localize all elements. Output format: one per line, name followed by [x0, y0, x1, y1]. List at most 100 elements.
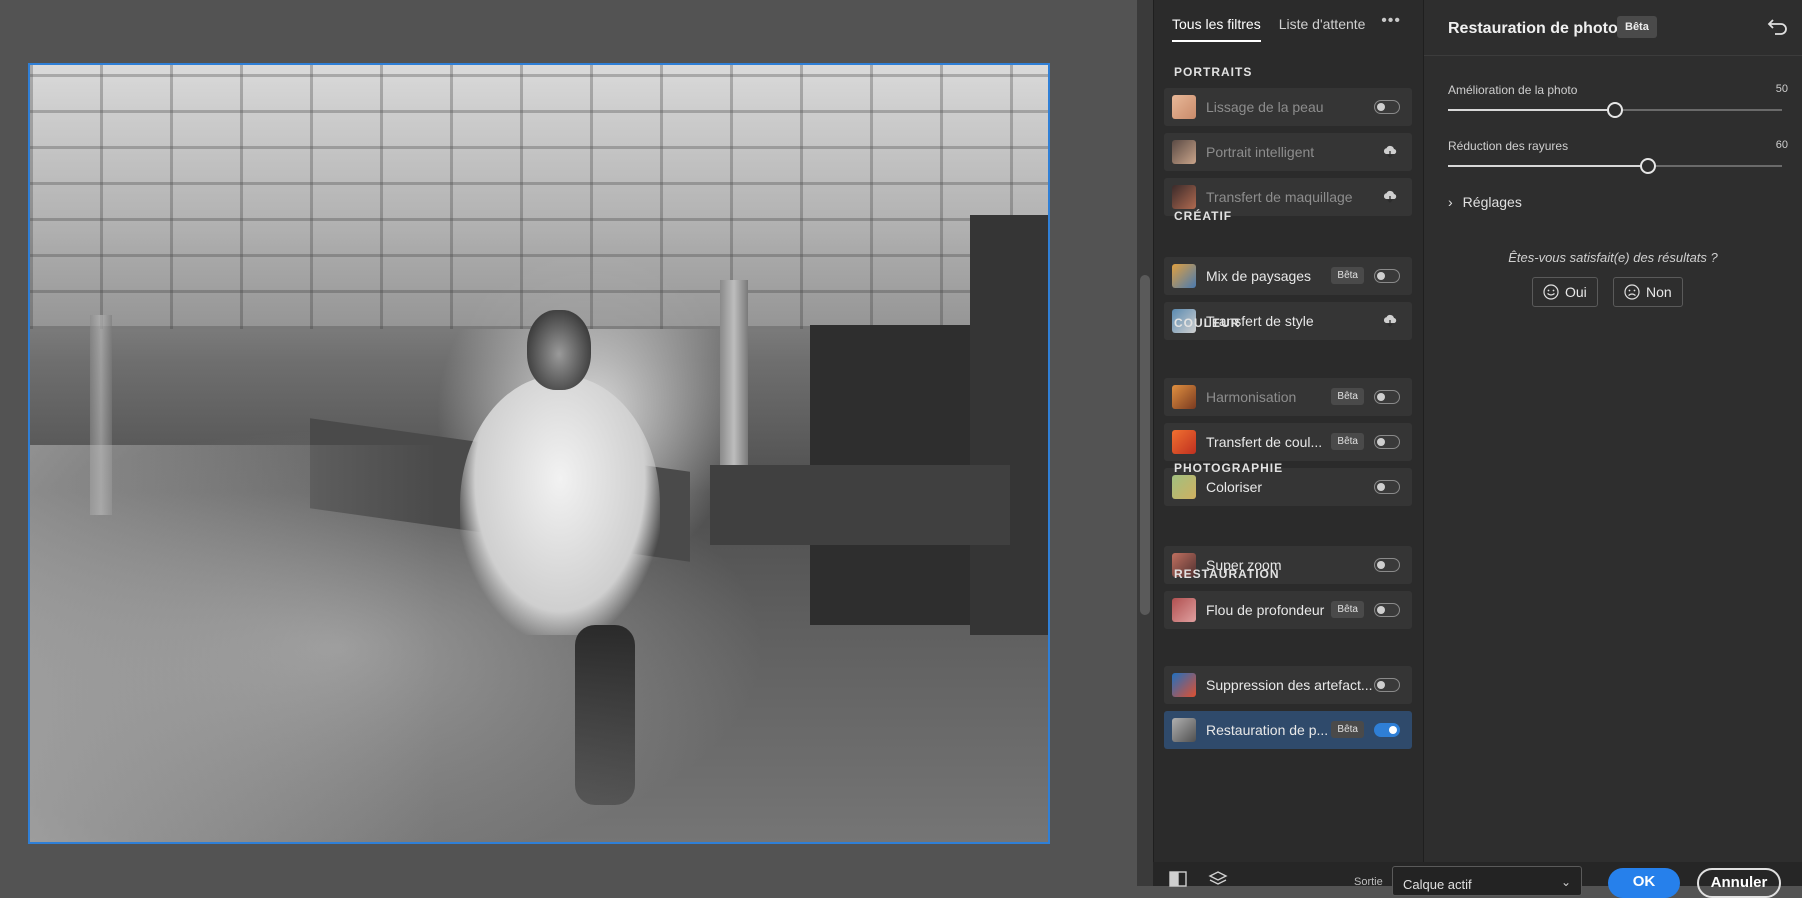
filter-item[interactable]: Harmonisation Bêta: [1164, 378, 1412, 416]
filter-label: Lissage de la peau: [1206, 99, 1324, 115]
section-title: CRÉATIF: [1174, 209, 1233, 223]
settings-expander[interactable]: › Réglages: [1448, 194, 1522, 210]
photo-column: [970, 215, 1048, 635]
filter-thumbnail: [1172, 598, 1196, 622]
filter-thumbnail: [1172, 475, 1196, 499]
toggle-knob: [1377, 605, 1385, 614]
slider-value-enhancement: 50: [1775, 83, 1788, 95]
bottom-bar: Sortie Calque actif ⌄ OK Annuler: [1153, 862, 1802, 898]
toggle-knob: [1377, 271, 1385, 280]
filter-thumbnail: [1172, 718, 1196, 742]
section-title: COULEUR: [1174, 316, 1241, 330]
toggle-knob: [1389, 725, 1397, 734]
filter-item[interactable]: Restauration de p... Bêta: [1164, 711, 1412, 749]
filter-toggle[interactable]: [1374, 603, 1400, 617]
filter-toggle[interactable]: [1374, 558, 1400, 572]
tab-waitlist[interactable]: Liste d'attente: [1279, 16, 1366, 42]
toggle-knob: [1377, 437, 1385, 446]
filter-item[interactable]: Transfert de coul... Bêta: [1164, 423, 1412, 461]
filter-toggle[interactable]: [1374, 435, 1400, 449]
filter-thumbnail: [1172, 430, 1196, 454]
beta-badge: Bêta: [1331, 721, 1364, 738]
properties-header: Restauration de photos Bêta: [1424, 0, 1802, 56]
filter-tabs: Tous les filtres Liste d'attente: [1172, 16, 1365, 42]
canvas-area: [0, 0, 1137, 886]
beta-badge: Bêta: [1331, 267, 1364, 284]
filter-thumbnail: [1172, 140, 1196, 164]
photo-person-legs: [575, 625, 635, 805]
filter-item[interactable]: Mix de paysages Bêta: [1164, 257, 1412, 295]
cloud-download-icon[interactable]: [1382, 189, 1398, 203]
output-select[interactable]: Calque actif ⌄: [1392, 866, 1582, 896]
settings-label: Réglages: [1462, 194, 1522, 210]
slider-fill: [1448, 165, 1649, 167]
filter-thumbnail: [1172, 264, 1196, 288]
layers-icon[interactable]: [1207, 870, 1229, 888]
beta-badge: Bêta: [1617, 16, 1657, 38]
feedback-question: Êtes-vous satisfait(e) des résultats ?: [1508, 250, 1718, 265]
filter-toggle[interactable]: [1374, 100, 1400, 114]
toggle-knob: [1377, 680, 1385, 689]
output-label: Sortie: [1354, 876, 1383, 888]
filter-toggle[interactable]: [1374, 678, 1400, 692]
filter-toggle[interactable]: [1374, 269, 1400, 283]
slider-label-enhancement: Amélioration de la photo: [1448, 83, 1578, 97]
photo-preview[interactable]: [28, 63, 1050, 844]
no-button[interactable]: Non: [1613, 277, 1683, 307]
tab-all-filters[interactable]: Tous les filtres: [1172, 16, 1261, 42]
cloud-download-icon[interactable]: [1382, 144, 1398, 158]
filter-label: Flou de profondeur: [1206, 602, 1325, 618]
filter-label: Suppression des artefact...: [1206, 677, 1373, 693]
slider-value-scratch: 60: [1775, 139, 1788, 151]
toggle-knob: [1377, 482, 1385, 491]
photo-haze: [30, 445, 438, 842]
section-title: PHOTOGRAPHIE: [1174, 461, 1284, 475]
toggle-knob: [1377, 392, 1385, 401]
filter-label: Coloriser: [1206, 479, 1263, 495]
cloud-download-icon[interactable]: [1382, 313, 1398, 327]
section-title: RESTAURATION: [1174, 567, 1280, 581]
photo-desk: [710, 465, 1010, 545]
cancel-button[interactable]: Annuler: [1697, 868, 1781, 898]
yes-button[interactable]: Oui: [1532, 277, 1598, 307]
ok-button[interactable]: OK: [1608, 868, 1680, 898]
yes-label: Oui: [1565, 284, 1587, 300]
chevron-down-icon: ⌄: [1560, 875, 1571, 889]
filter-label: Mix de paysages: [1206, 268, 1312, 284]
no-label: Non: [1646, 284, 1672, 300]
beta-badge: Bêta: [1331, 388, 1364, 405]
filter-item[interactable]: Lissage de la peau: [1164, 88, 1412, 126]
ellipsis-icon[interactable]: •••: [1381, 12, 1401, 30]
photo-person: [460, 375, 660, 635]
beta-badge: Bêta: [1331, 601, 1364, 618]
filters-panel: Tous les filtres Liste d'attente ••• POR…: [1153, 0, 1423, 886]
output-select-value: Calque actif: [1403, 877, 1472, 892]
section-title: PORTRAITS: [1174, 65, 1253, 79]
scrollbar-thumb[interactable]: [1140, 275, 1150, 615]
smile-icon: [1543, 284, 1559, 300]
filter-toggle[interactable]: [1374, 723, 1400, 737]
filter-thumbnail: [1172, 673, 1196, 697]
frown-icon: [1624, 284, 1640, 300]
filter-thumbnail: [1172, 385, 1196, 409]
filter-item[interactable]: Suppression des artefact...: [1164, 666, 1412, 704]
filter-item[interactable]: Flou de profondeur Bêta: [1164, 591, 1412, 629]
filter-toggle[interactable]: [1374, 480, 1400, 494]
filter-item[interactable]: Portrait intelligent: [1164, 133, 1412, 171]
filter-label: Transfert de maquillage: [1206, 189, 1353, 205]
enhancement-slider[interactable]: [1448, 102, 1782, 118]
toggle-knob: [1377, 560, 1385, 569]
filter-thumbnail: [1172, 185, 1196, 209]
compare-icon[interactable]: [1167, 870, 1189, 888]
toggle-knob: [1377, 102, 1385, 111]
filter-label: Harmonisation: [1206, 389, 1297, 405]
canvas-scrollbar[interactable]: [1137, 0, 1153, 886]
undo-icon[interactable]: [1766, 18, 1788, 38]
slider-fill: [1448, 109, 1615, 111]
chevron-right-icon: ›: [1448, 194, 1453, 210]
filter-label: Transfert de coul...: [1206, 434, 1323, 450]
slider-handle[interactable]: [1640, 158, 1657, 174]
filter-toggle[interactable]: [1374, 390, 1400, 404]
slider-handle[interactable]: [1607, 102, 1623, 118]
scratch-reduction-slider[interactable]: [1448, 158, 1782, 174]
